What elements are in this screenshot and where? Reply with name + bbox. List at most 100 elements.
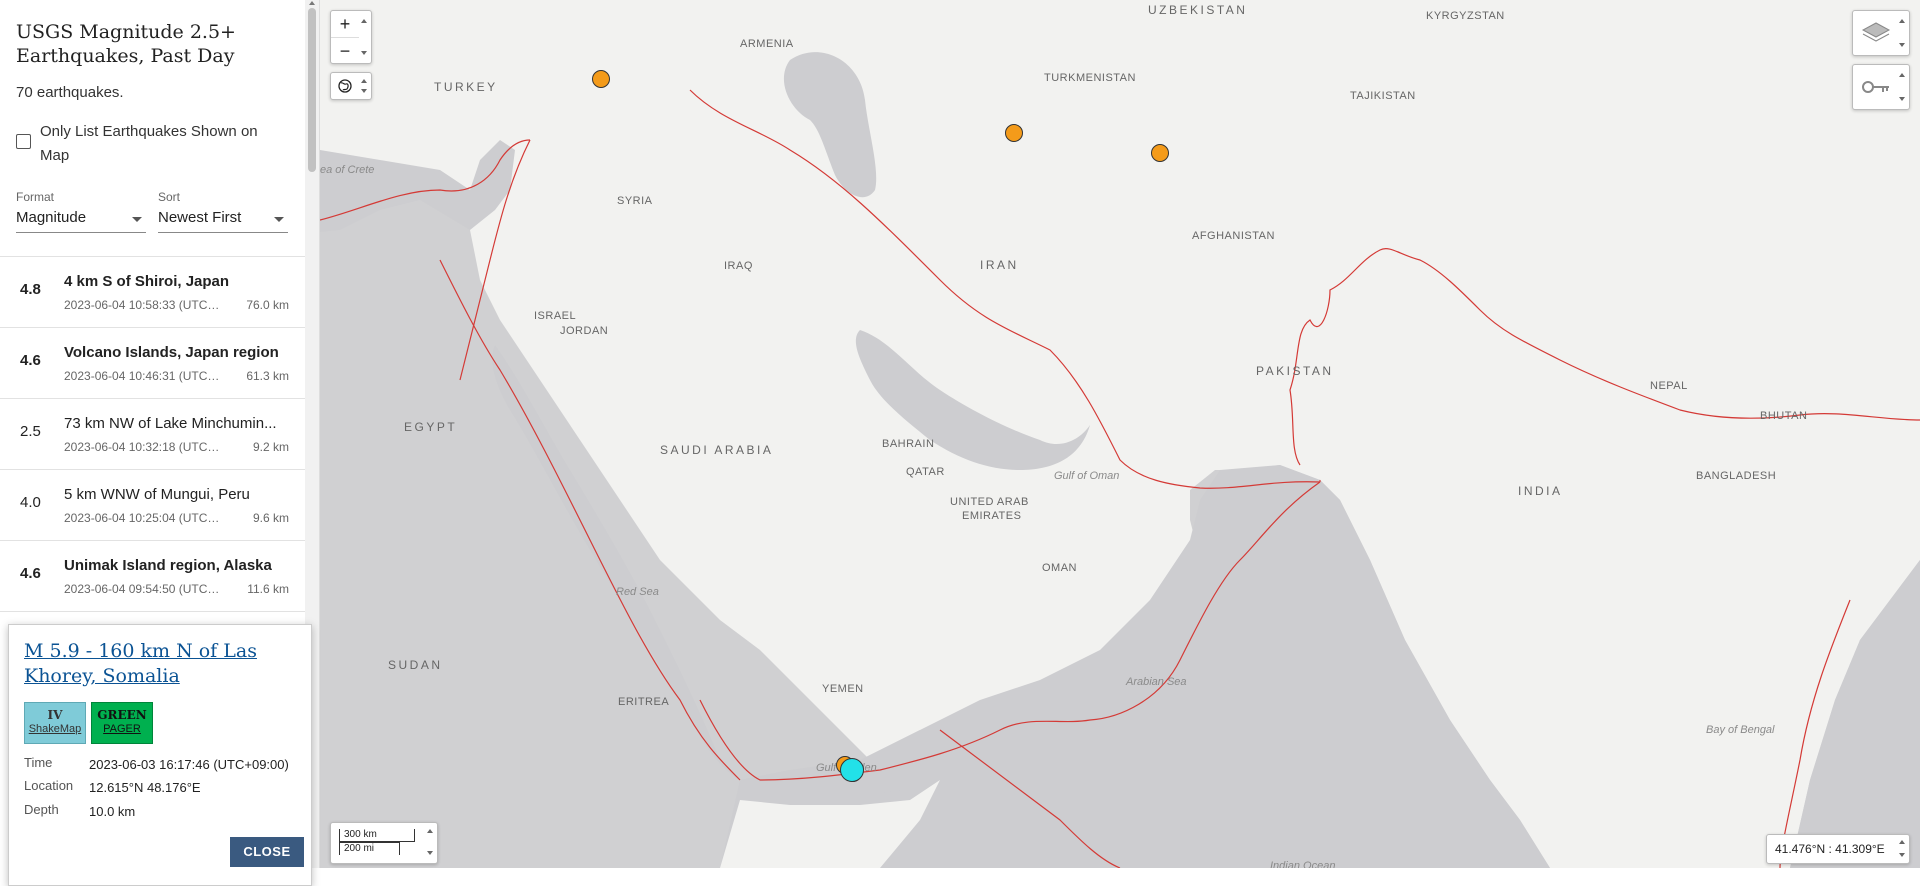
popup-title-link[interactable]: M 5.9 - 160 km N of Las Khorey, Somalia: [24, 639, 294, 689]
checkbox[interactable]: [16, 134, 31, 149]
map-label: OMAN: [1042, 562, 1077, 574]
time: 2023-06-04 10:58:33 (UTC+0...: [64, 298, 224, 312]
place: 4 km S of Shiroi, Japan: [64, 273, 230, 290]
earthquake-marker[interactable]: [592, 70, 610, 88]
earthquake-marker[interactable]: [1151, 144, 1169, 162]
map-label: UNITED ARAB: [950, 496, 1029, 508]
scale-bar: 300 km 200 mi: [330, 822, 438, 864]
map-label: EMIRATES: [962, 510, 1022, 522]
time-label: Time: [24, 755, 53, 770]
magnitude: 4.8: [20, 281, 41, 298]
locate-control[interactable]: [330, 72, 372, 100]
pager-label: PAGER: [103, 723, 141, 735]
earthquake-list-item[interactable]: 2.5 73 km NW of Lake Minchumin... 2023-0…: [0, 399, 305, 470]
layers-control[interactable]: [1852, 10, 1910, 56]
sort-label: Sort: [158, 190, 181, 204]
map-label: SUDAN: [388, 658, 443, 672]
location-label: Location: [24, 778, 74, 793]
time: 2023-06-04 09:54:50 (UTC+0...: [64, 582, 224, 596]
chevron-up-icon: [361, 19, 367, 23]
sea-label: Red Sea: [616, 586, 659, 598]
only-list-label: Only List Earthquakes Shown on Map: [40, 123, 258, 164]
zoom-in-button[interactable]: +: [331, 11, 359, 37]
depth: 61.3 km: [246, 369, 289, 383]
coordinates-readout: 41.476°N : 41.309°E: [1766, 834, 1910, 864]
map-label: UZBEKISTAN: [1148, 3, 1248, 17]
map-label: SAUDI ARABIA: [660, 443, 774, 457]
shakemap-label: ShakeMap: [28, 723, 82, 735]
map-label: JORDAN: [560, 325, 609, 337]
pager-value: GREEN: [97, 708, 147, 722]
earthquake-marker-selected[interactable]: [840, 758, 864, 782]
chevron-down-icon: [361, 51, 367, 55]
map-label: AFGHANISTAN: [1192, 230, 1275, 242]
map-label: PAKISTAN: [1256, 364, 1334, 378]
feed-title: USGS Magnitude 2.5+ Earthquakes, Past Da…: [16, 21, 236, 67]
pager-badge[interactable]: GREEN PAGER: [91, 702, 153, 744]
earthquake-count: 70 earthquakes.: [16, 84, 124, 101]
earthquake-popup: M 5.9 - 160 km N of Las Khorey, Somalia …: [8, 624, 312, 886]
map-label: YEMEN: [822, 683, 864, 695]
scroll-up-icon[interactable]: [309, 1, 315, 5]
map-label: ARMENIA: [740, 38, 794, 50]
map-label: INDIA: [1518, 484, 1563, 498]
scale-km: 300 km: [339, 829, 415, 842]
earthquake-list-item[interactable]: 4.6 Unimak Island region, Alaska 2023-06…: [0, 541, 305, 612]
depth-value: 10.0 km: [89, 804, 136, 819]
location-value: 12.615°N 48.176°E: [89, 780, 201, 795]
chevron-down-icon: [274, 217, 284, 222]
depth: 9.2 km: [252, 440, 289, 454]
sea-label: Gulf of Oman: [1054, 470, 1120, 482]
basemap: [320, 0, 1920, 868]
legend-control[interactable]: [1852, 64, 1910, 110]
key-icon: [1862, 81, 1889, 93]
sea-label: ea of Crete: [320, 164, 375, 176]
shakemap-badge[interactable]: IV ShakeMap: [24, 702, 86, 744]
depth-label: Depth: [24, 802, 59, 817]
format-value: Magnitude: [16, 209, 87, 226]
zoom-control: + −: [330, 10, 372, 64]
map-label: BANGLADESH: [1696, 470, 1777, 482]
map-label: ERITREA: [618, 696, 670, 708]
shakemap-value: IV: [47, 708, 63, 722]
map-label: IRAN: [980, 258, 1019, 272]
earthquake-marker[interactable]: [1005, 124, 1023, 142]
scrollbar-thumb[interactable]: [308, 8, 316, 172]
place: Unimak Island region, Alaska: [64, 557, 272, 574]
depth: 76.0 km: [246, 298, 289, 312]
coordinates-text: 41.476°N : 41.309°E: [1775, 842, 1885, 856]
earthquake-list-item[interactable]: 4.8 4 km S of Shiroi, Japan 2023-06-04 1…: [0, 257, 305, 328]
layers-icon: [1861, 22, 1891, 42]
map-label: QATAR: [906, 466, 945, 478]
map-label: BAHRAIN: [882, 438, 935, 450]
map-label: NEPAL: [1650, 380, 1688, 392]
earthquake-list: 4.8 4 km S of Shiroi, Japan 2023-06-04 1…: [0, 256, 305, 612]
magnitude: 4.6: [20, 565, 41, 582]
chevron-down-icon: [132, 217, 142, 222]
time: 2023-06-04 10:46:31 (UTC+0...: [64, 369, 224, 383]
map-label: TURKMENISTAN: [1044, 72, 1136, 84]
format-label: Format: [16, 190, 55, 204]
close-button[interactable]: CLOSE: [230, 837, 304, 867]
map-label: EGYPT: [404, 420, 458, 434]
map-label: BHUTAN: [1760, 410, 1808, 422]
earthquake-list-item[interactable]: 4.0 5 km WNW of Mungui, Peru 2023-06-04 …: [0, 470, 305, 541]
sea-label: Indian Ocean: [1270, 860, 1336, 868]
magnitude: 4.0: [20, 494, 41, 511]
map[interactable]: UZBEKISTAN KYRGYZSTAN ARMENIA TURKEY TUR…: [320, 0, 1920, 868]
earthquake-list-item[interactable]: 4.6 Volcano Islands, Japan region 2023-0…: [0, 328, 305, 399]
place: 73 km NW of Lake Minchumin...: [64, 415, 277, 432]
sort-value: Newest First: [158, 209, 242, 226]
map-label: TAJIKISTAN: [1350, 90, 1416, 102]
depth: 11.6 km: [247, 582, 289, 596]
globe-icon: [338, 79, 352, 93]
magnitude: 2.5: [20, 423, 41, 440]
map-label: TURKEY: [434, 80, 498, 94]
map-label: KYRGYZSTAN: [1426, 10, 1505, 22]
place: 5 km WNW of Mungui, Peru: [64, 486, 250, 503]
zoom-out-button[interactable]: −: [331, 37, 359, 64]
sea-label: Bay of Bengal: [1706, 724, 1775, 736]
magnitude: 4.6: [20, 352, 41, 369]
place: Volcano Islands, Japan region: [64, 344, 279, 361]
scale-mi: 200 mi: [339, 842, 400, 855]
